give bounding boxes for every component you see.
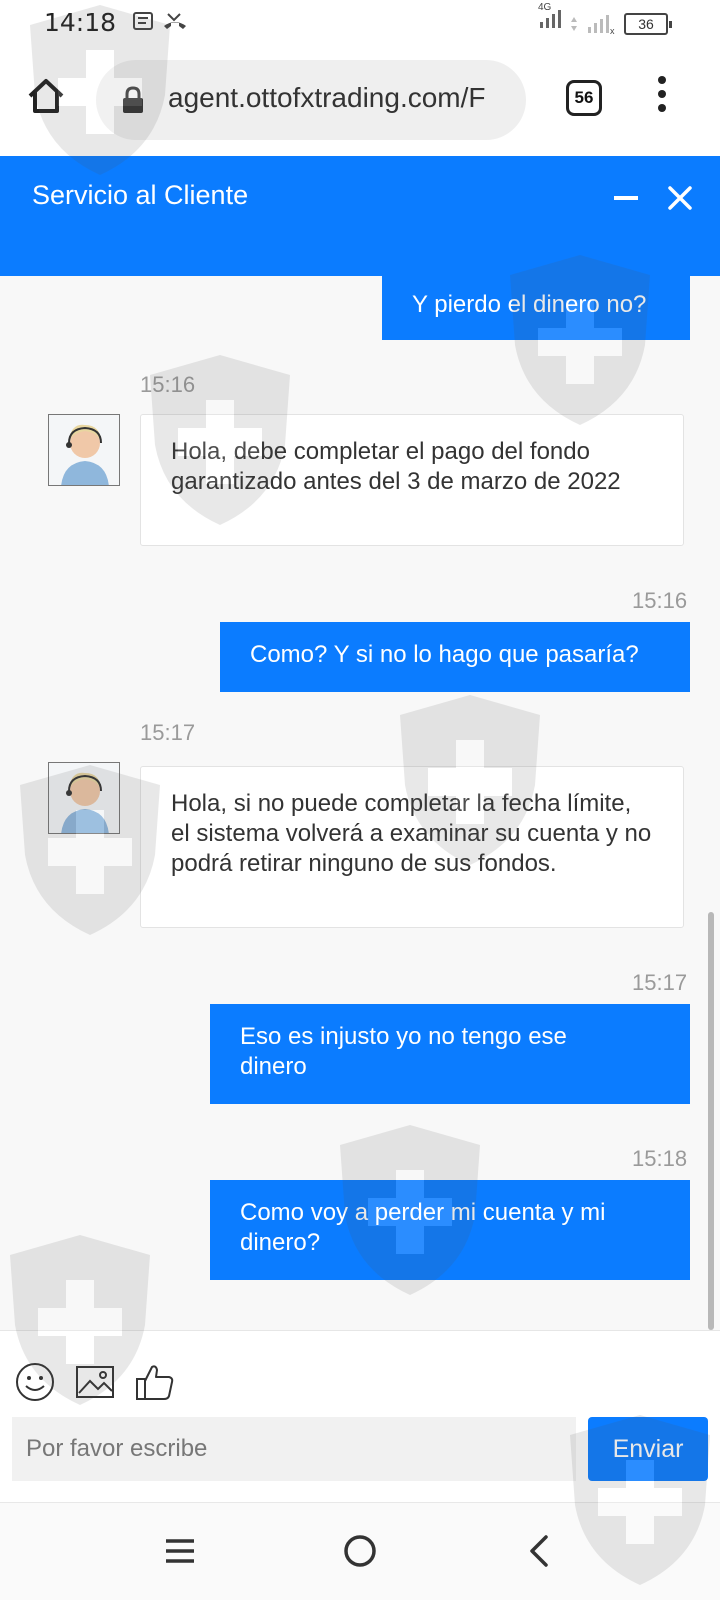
address-bar[interactable]: agent.ottofxtrading.com/F [96, 60, 526, 140]
chat-messages[interactable]: Y pierdo el dinero no? 15:16 Hola, debe … [0, 276, 720, 1330]
signal-2-icon: x [588, 15, 615, 35]
chat-title: Servicio al Cliente [32, 180, 249, 210]
tabs-button[interactable]: 56 [566, 80, 602, 116]
network-type: 4G [538, 2, 552, 13]
composer: Enviar [0, 1330, 720, 1502]
agent-avatar [48, 414, 120, 486]
message-timestamp: 15:16 [632, 588, 688, 613]
battery-icon: 36 [624, 13, 672, 35]
recents-icon[interactable] [160, 1531, 200, 1571]
chat-header: Servicio al Cliente [0, 156, 720, 276]
user-message: Eso es injusto yo no tengo ese dinero [210, 1004, 690, 1104]
thumbs-up-icon[interactable] [134, 1361, 176, 1403]
image-icon[interactable] [74, 1361, 116, 1403]
browser-toolbar: agent.ottofxtrading.com/F 56 [0, 46, 720, 156]
agent-message: Hola, debe completar el pago del fondo g… [140, 414, 684, 546]
send-button[interactable]: Enviar [588, 1417, 708, 1481]
emoji-icon[interactable] [14, 1361, 56, 1403]
message-timestamp: 15:17 [632, 970, 688, 995]
system-navigation [0, 1502, 720, 1600]
agent-avatar [48, 762, 120, 834]
lock-icon [123, 86, 143, 113]
user-message: Y pierdo el dinero no? [382, 276, 690, 340]
minimize-icon[interactable] [614, 196, 638, 200]
missed-call-icon [164, 13, 186, 29]
status-time: 14:18 [44, 8, 117, 37]
message-timestamp: 15:17 [140, 720, 196, 745]
close-icon[interactable] [664, 182, 696, 214]
signal-icon: 4G [538, 2, 562, 35]
message-timestamp: 15:16 [140, 372, 196, 397]
message-timestamp: 15:18 [632, 1146, 688, 1171]
home-icon[interactable] [26, 76, 66, 116]
url-text: agent.ottofxtrading.com/F [168, 82, 486, 113]
chat-scrollbar[interactable] [708, 912, 714, 1330]
system-icons: 4G x 36 [538, 2, 672, 35]
message-notification-icon [133, 12, 153, 30]
user-message: Como? Y si no lo hago que pasaría? [220, 622, 690, 692]
home-circle-icon[interactable] [340, 1531, 380, 1571]
svg-text:x: x [610, 26, 615, 35]
data-arrows-icon [571, 17, 577, 31]
back-icon[interactable] [520, 1531, 560, 1571]
user-message: Como voy a perder mi cuenta y mi dinero? [210, 1180, 690, 1280]
notification-icons [132, 10, 188, 32]
agent-message: Hola, si no puede completar la fecha lím… [140, 766, 684, 928]
status-bar: 14:18 4G x 36 [0, 0, 720, 46]
message-input[interactable] [12, 1417, 576, 1481]
menu-icon[interactable] [652, 76, 672, 120]
